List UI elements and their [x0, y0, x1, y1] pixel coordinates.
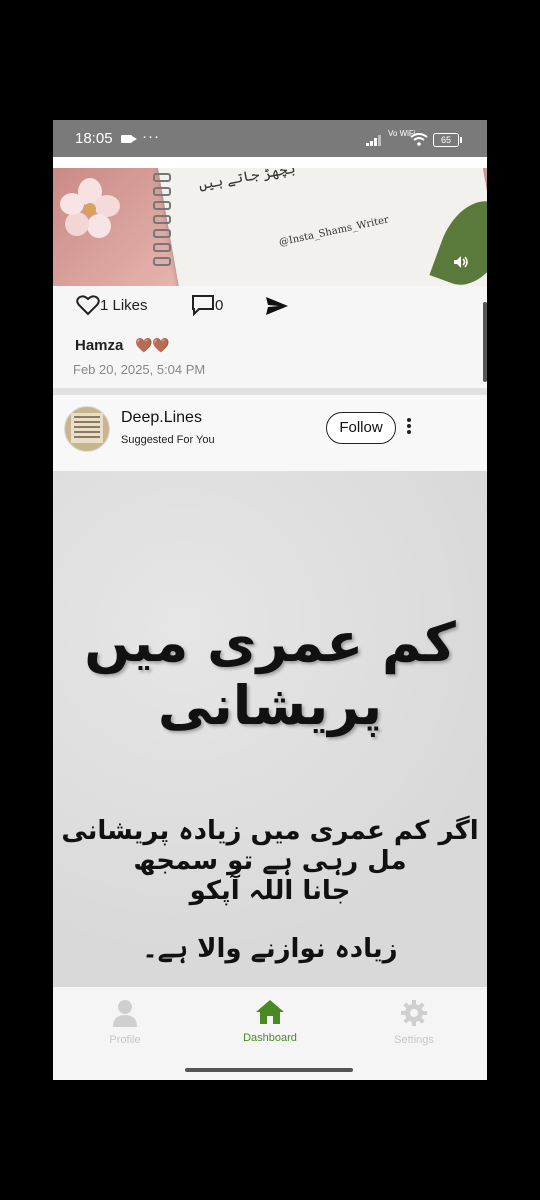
follow-button[interactable]: Follow [326, 412, 396, 444]
quote-image[interactable]: کم عمری میں پریشانی اگر کم عمری میں زیاد… [53, 471, 487, 987]
quote-line-1: اگر کم عمری میں زیادہ پریشانی مل رہی ہے … [61, 816, 479, 876]
post-header: Deep.Lines Suggested For You Follow [53, 395, 487, 471]
comment-icon [192, 295, 214, 316]
signal-icon [366, 134, 384, 146]
quote-title: کم عمری میں پریشانی [84, 611, 456, 737]
nav-dashboard-label: Dashboard [243, 1032, 297, 1044]
comment-button[interactable]: 0 [191, 294, 223, 316]
more-options-icon[interactable] [406, 417, 412, 435]
home-indicator[interactable] [185, 1068, 353, 1072]
scrollbar[interactable] [483, 302, 487, 382]
post-username[interactable]: Deep.Lines [121, 409, 202, 427]
post-date: Feb 20, 2025, 5:04 PM [73, 362, 206, 377]
nav-settings[interactable]: Settings [364, 999, 464, 1046]
gear-icon [401, 1000, 427, 1026]
comments-count: 0 [215, 296, 224, 314]
status-time: 18:05 [75, 130, 113, 147]
volume-icon[interactable] [453, 255, 469, 269]
home-icon [256, 1000, 284, 1024]
caption-emoji: 🤎🤎 [135, 337, 170, 353]
status-more-dots: ··· [142, 128, 160, 145]
nav-settings-label: Settings [394, 1034, 434, 1046]
post-actions: 1 Likes 0 [53, 286, 487, 326]
nav-dashboard[interactable]: Dashboard [220, 999, 320, 1044]
like-button[interactable]: 1 Likes [76, 294, 148, 316]
notebook-rings [153, 173, 183, 273]
suggested-label: Suggested For You [121, 434, 215, 446]
person-icon [113, 1000, 137, 1027]
feed-top-spacer [53, 157, 487, 168]
flower-graphic [60, 178, 120, 238]
status-bar: 18:05 ··· Vo WiFi 65 [53, 120, 487, 157]
camera-recording-icon [121, 135, 137, 143]
avatar[interactable] [64, 406, 110, 452]
bottom-navigation: Profile Dashboard Settings [53, 987, 487, 1063]
nav-profile-label: Profile [109, 1034, 141, 1046]
likes-count: 1 Likes [100, 296, 148, 314]
post-divider [53, 388, 487, 395]
phone-screen: 18:05 ··· Vo WiFi 65 بچھڑ جاتے ہیں @Inst… [53, 120, 487, 1080]
caption-username[interactable]: Hamza [75, 337, 123, 354]
heart-icon [76, 295, 100, 316]
send-icon[interactable] [265, 296, 289, 316]
post-image[interactable]: بچھڑ جاتے ہیں @Insta_Shams_Writer [53, 168, 487, 286]
battery-icon: 65 [433, 133, 462, 147]
quote-line-2: جانا اللہ آپکو [189, 876, 351, 906]
nav-profile[interactable]: Profile [75, 999, 175, 1046]
quote-line-3: زیادہ نوازنے والا ہے۔ [142, 934, 398, 964]
wifi-icon [410, 133, 428, 146]
